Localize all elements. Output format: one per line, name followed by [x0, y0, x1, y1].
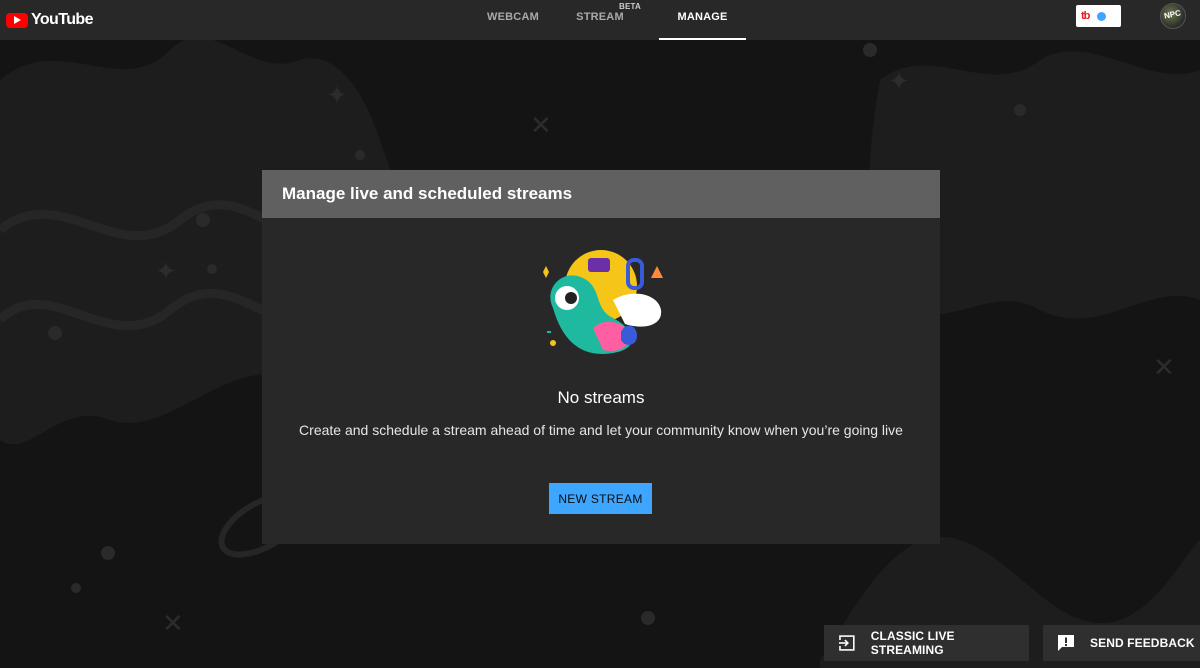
svg-text:✕: ✕	[162, 609, 184, 639]
classic-live-streaming-label: CLASSIC LIVE STREAMING	[870, 629, 955, 657]
top-bar: YouTube WEBCAM STREAM BETA MANAGE tb NPC	[0, 0, 1200, 40]
classic-live-streaming-button[interactable]: CLASSIC LIVE STREAMING	[824, 625, 1029, 661]
svg-text:✕: ✕	[1153, 353, 1175, 383]
extension-button[interactable]: tb	[1076, 5, 1121, 27]
tab-label: MANAGE	[677, 11, 728, 23]
empty-state-description: Create and schedule a stream ahead of ti…	[299, 422, 903, 438]
svg-text:✦: ✦	[326, 81, 348, 111]
dialog-title: Manage live and scheduled streams	[262, 170, 940, 218]
youtube-logo[interactable]: YouTube	[6, 8, 93, 32]
svg-text:✦: ✦	[155, 257, 177, 287]
avatar-text: NPC	[1163, 8, 1182, 21]
tab-manage[interactable]: MANAGE	[659, 0, 746, 40]
empty-state-title: No streams	[557, 388, 645, 407]
logo-text: YouTube	[31, 11, 93, 28]
exit-to-app-icon	[838, 635, 855, 651]
new-stream-button[interactable]: NEW STREAM	[549, 483, 652, 514]
beta-badge: BETA	[619, 2, 641, 11]
extension-logo: tb	[1081, 10, 1090, 22]
svg-text:✦: ✦	[888, 67, 910, 97]
tab-webcam[interactable]: WEBCAM	[478, 0, 548, 40]
send-feedback-button[interactable]: SEND FEEDBACK	[1043, 625, 1200, 661]
youtube-logo-icon	[6, 12, 28, 28]
avatar[interactable]: NPC	[1160, 3, 1186, 29]
feedback-icon	[1058, 635, 1074, 651]
svg-text:✕: ✕	[530, 111, 552, 141]
send-feedback-label: SEND FEEDBACK	[1090, 636, 1195, 650]
tab-label: STREAM	[576, 11, 624, 23]
tab-stream[interactable]: STREAM BETA	[570, 0, 641, 40]
manage-streams-dialog: Manage live and scheduled streams No str…	[262, 170, 940, 544]
status-dot-icon	[1097, 11, 1107, 21]
no-streams-illustration-icon	[543, 250, 663, 354]
tab-label: WEBCAM	[487, 11, 539, 23]
